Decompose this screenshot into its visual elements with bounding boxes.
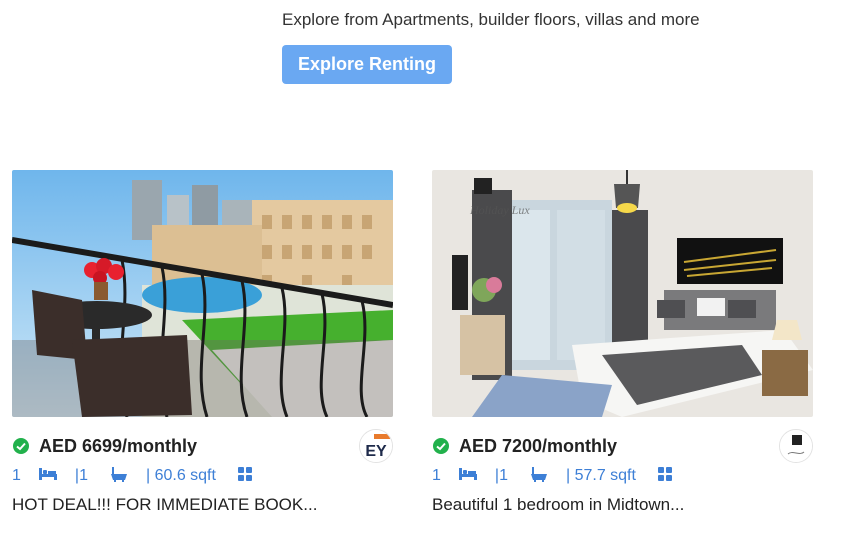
check-verified-icon: [433, 438, 449, 454]
listing-title[interactable]: HOT DEAL!!! FOR IMMEDIATE BOOK...: [12, 495, 393, 515]
bed-icon: [458, 467, 477, 485]
listing-price: AED 6699/monthly: [39, 435, 198, 456]
listing-specs: 1 |1 | 57.7 sqft: [432, 465, 813, 487]
bedrooms-count: 1: [432, 467, 441, 484]
listing-title[interactable]: Beautiful 1 bedroom in Midtown...: [432, 495, 813, 515]
bath-icon: [110, 466, 128, 487]
hero-description: Explore from Apartments, builder floors,…: [282, 10, 700, 29]
listing-card[interactable]: AED 6699/monthly EY 1 |1 | 60.6 sqft HOT…: [12, 170, 393, 515]
svg-text:Holiday Lux: Holiday Lux: [469, 203, 530, 217]
price-row: AED 7200/monthly: [432, 429, 813, 463]
listing-photo-balcony[interactable]: [12, 170, 393, 417]
agency-logo[interactable]: EY: [359, 429, 393, 463]
area-size: | 60.6 sqft: [145, 467, 216, 484]
listing-specs: 1 |1 | 60.6 sqft: [12, 465, 393, 487]
bed-icon: [38, 467, 57, 485]
bath-icon: [530, 466, 548, 487]
grid-icon[interactable]: [657, 466, 672, 486]
grid-icon[interactable]: [237, 466, 252, 486]
area-size: | 57.7 sqft: [565, 467, 636, 484]
bathrooms-count: |1: [494, 467, 508, 484]
bedrooms-count: 1: [12, 467, 21, 484]
hero-section: Explore from Apartments, builder floors,…: [282, 6, 702, 84]
explore-renting-button[interactable]: Explore Renting: [282, 45, 453, 84]
listing-price: AED 7200/monthly: [459, 435, 618, 456]
agency-logo[interactable]: [779, 429, 813, 463]
check-verified-icon: [13, 438, 29, 454]
listing-photo-bedroom[interactable]: Holiday Lux: [432, 170, 813, 417]
listing-card[interactable]: Holiday Lux AED 7200/monthly 1 |1 | 57.7…: [432, 170, 813, 515]
price-row: AED 6699/monthly EY: [12, 429, 393, 463]
bathrooms-count: |1: [74, 467, 88, 484]
svg-text:EY: EY: [365, 443, 387, 460]
